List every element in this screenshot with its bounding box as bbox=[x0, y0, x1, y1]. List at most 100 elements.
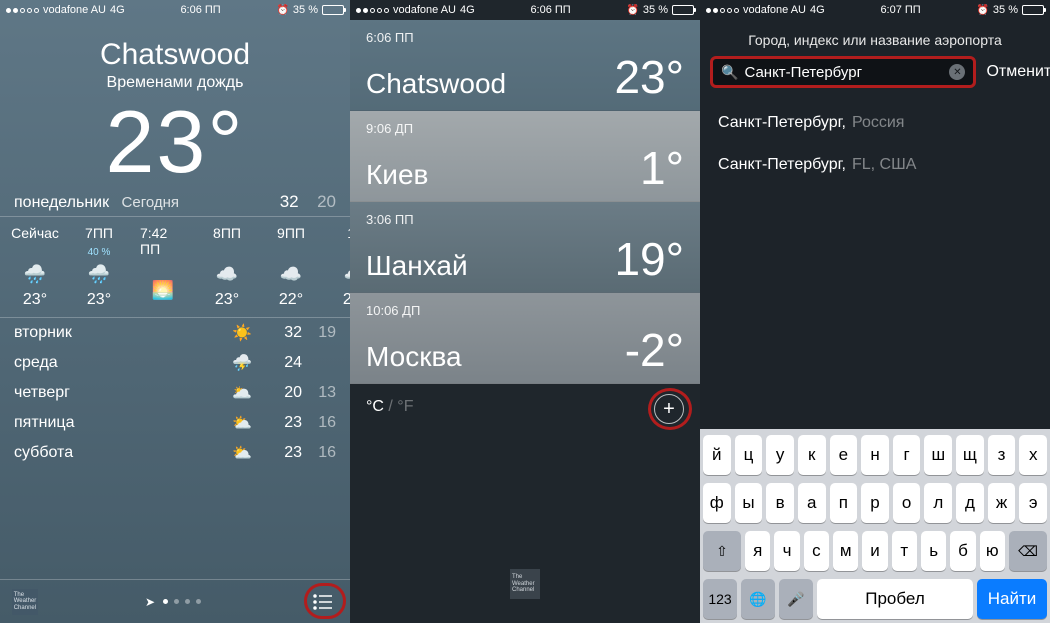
add-city-button[interactable]: + bbox=[654, 394, 684, 424]
letter-key[interactable]: з bbox=[988, 435, 1016, 475]
day-label: пятница bbox=[14, 414, 222, 432]
city-row[interactable]: 3:06 ППШанхай19° bbox=[350, 202, 700, 293]
letter-key[interactable]: б bbox=[950, 531, 975, 571]
letter-key[interactable]: о bbox=[893, 483, 921, 523]
search-field[interactable]: 🔍 ✕ bbox=[710, 56, 976, 88]
today-low: 20 bbox=[317, 192, 336, 211]
hour-label: 8ПП bbox=[213, 225, 241, 241]
letter-key[interactable]: в bbox=[766, 483, 794, 523]
letter-key[interactable]: к bbox=[798, 435, 826, 475]
hour-temp: 23° bbox=[23, 291, 47, 309]
letter-key[interactable]: э bbox=[1019, 483, 1047, 523]
city-temp: 23° bbox=[614, 54, 684, 100]
letter-key[interactable]: т bbox=[892, 531, 917, 571]
city-name: Киев bbox=[366, 159, 428, 191]
weather-icon: 🌧️ bbox=[88, 263, 110, 285]
letter-key[interactable]: ь bbox=[921, 531, 946, 571]
weather-channel-logo[interactable]: The Weather Channel bbox=[510, 569, 540, 599]
city-list-button[interactable] bbox=[308, 587, 338, 617]
search-result[interactable]: Санкт-Петербург,Россия bbox=[700, 102, 1050, 144]
battery-icon bbox=[322, 5, 344, 15]
letter-key[interactable]: м bbox=[833, 531, 858, 571]
letter-key[interactable]: н bbox=[861, 435, 889, 475]
clock-label: 6:07 ПП bbox=[880, 4, 920, 16]
page-indicator[interactable]: ➤ bbox=[145, 595, 201, 609]
letter-key[interactable]: д bbox=[956, 483, 984, 523]
letter-key[interactable]: щ bbox=[956, 435, 984, 475]
cancel-button[interactable]: Отменить bbox=[986, 63, 1050, 81]
hourly-cell: 8ПП☁️23° bbox=[204, 225, 250, 309]
unit-celsius[interactable]: °C bbox=[366, 398, 384, 415]
weather-icon: ⛈️ bbox=[222, 353, 262, 373]
shift-key[interactable]: ⇧ bbox=[703, 531, 741, 571]
letter-key[interactable]: х bbox=[1019, 435, 1047, 475]
daily-row: вторник☀️3219 bbox=[0, 318, 350, 348]
letter-key[interactable]: ц bbox=[735, 435, 763, 475]
space-key[interactable]: Пробел bbox=[817, 579, 973, 619]
city-row[interactable]: 6:06 ППChatswood23° bbox=[350, 20, 700, 111]
letter-key[interactable]: ш bbox=[924, 435, 952, 475]
city-time: 10:06 ДП bbox=[366, 303, 420, 318]
city-time: 6:06 ПП bbox=[366, 30, 414, 45]
city-search-screen: vodafone AU 4G 6:07 ПП ⏰ 35 % Город, инд… bbox=[700, 0, 1050, 623]
battery-icon bbox=[1022, 5, 1044, 15]
city-temp: 1° bbox=[640, 145, 684, 191]
city-name: Москва bbox=[366, 341, 462, 373]
day-low: 16 bbox=[302, 444, 336, 462]
city-row[interactable]: 10:06 ДПМосква-2° bbox=[350, 293, 700, 384]
hourly-cell: 9ПП☁️22° bbox=[268, 225, 314, 309]
search-input[interactable] bbox=[744, 64, 943, 81]
battery-icon bbox=[672, 5, 694, 15]
hour-temp: 22° bbox=[279, 291, 303, 309]
hour-temp: 23° bbox=[215, 291, 239, 309]
letter-key[interactable]: р bbox=[861, 483, 889, 523]
hourly-forecast[interactable]: Сейчас🌧️23°7ПП40 %🌧️23°7:42 ПП🌅8ПП☁️23°9… bbox=[0, 217, 350, 318]
alarm-icon: ⏰ bbox=[976, 5, 988, 16]
alarm-icon: ⏰ bbox=[626, 5, 638, 16]
numbers-key[interactable]: 123 bbox=[703, 579, 737, 619]
letter-key[interactable]: ч bbox=[774, 531, 799, 571]
letter-key[interactable]: и bbox=[862, 531, 887, 571]
plus-icon: + bbox=[663, 398, 675, 421]
globe-key[interactable]: 🌐 bbox=[741, 579, 775, 619]
letter-key[interactable]: й bbox=[703, 435, 731, 475]
mic-key[interactable]: 🎤 bbox=[779, 579, 813, 619]
letter-key[interactable]: ю bbox=[980, 531, 1005, 571]
daily-forecast[interactable]: вторник☀️3219среда⛈️24четверг🌥️2013пятни… bbox=[0, 318, 350, 468]
letter-key[interactable]: ф bbox=[703, 483, 731, 523]
unit-fahrenheit[interactable]: °F bbox=[397, 398, 413, 415]
clock-label: 6:06 ПП bbox=[530, 4, 570, 16]
letter-key[interactable]: с bbox=[804, 531, 829, 571]
letter-key[interactable]: я bbox=[745, 531, 770, 571]
city-time: 9:06 ДП bbox=[366, 121, 413, 136]
hourly-cell: 10☁️22° bbox=[332, 225, 350, 309]
day-high: 23 bbox=[262, 444, 302, 462]
daily-row: суббота⛅2316 bbox=[0, 438, 350, 468]
weather-channel-logo[interactable]: The Weather Channel bbox=[12, 589, 38, 615]
letter-key[interactable]: п bbox=[830, 483, 858, 523]
letter-key[interactable]: у bbox=[766, 435, 794, 475]
unit-toggle[interactable]: °C / °F bbox=[366, 398, 684, 416]
city-temp: 19° bbox=[614, 236, 684, 282]
letter-key[interactable]: ы bbox=[735, 483, 763, 523]
clear-input-button[interactable]: ✕ bbox=[949, 64, 965, 80]
search-key[interactable]: Найти bbox=[977, 579, 1047, 619]
search-result[interactable]: Санкт-Петербург,FL, США bbox=[700, 144, 1050, 186]
network-label: 4G bbox=[110, 4, 125, 16]
status-bar: vodafone AU 4G 6:07 ПП ⏰ 35 % bbox=[700, 0, 1050, 20]
clock-label: 6:06 ПП bbox=[180, 4, 220, 16]
letter-key[interactable]: ж bbox=[988, 483, 1016, 523]
weather-icon: ⛅ bbox=[222, 443, 262, 463]
battery-percent: 35 % bbox=[643, 4, 668, 16]
day-high: 20 bbox=[262, 384, 302, 402]
letter-key[interactable]: л bbox=[924, 483, 952, 523]
daily-row: среда⛈️24 bbox=[0, 348, 350, 378]
city-row[interactable]: 9:06 ДП Киев 1° bbox=[350, 111, 700, 202]
day-low: 13 bbox=[302, 384, 336, 402]
letter-key[interactable]: а bbox=[798, 483, 826, 523]
weather-icon: ☀️ bbox=[222, 323, 262, 343]
letter-key[interactable]: г bbox=[893, 435, 921, 475]
letter-key[interactable]: е bbox=[830, 435, 858, 475]
status-bar: vodafone AU 4G 6:06 ПП ⏰ 35 % bbox=[0, 0, 350, 20]
backspace-key[interactable]: ⌫ bbox=[1009, 531, 1047, 571]
